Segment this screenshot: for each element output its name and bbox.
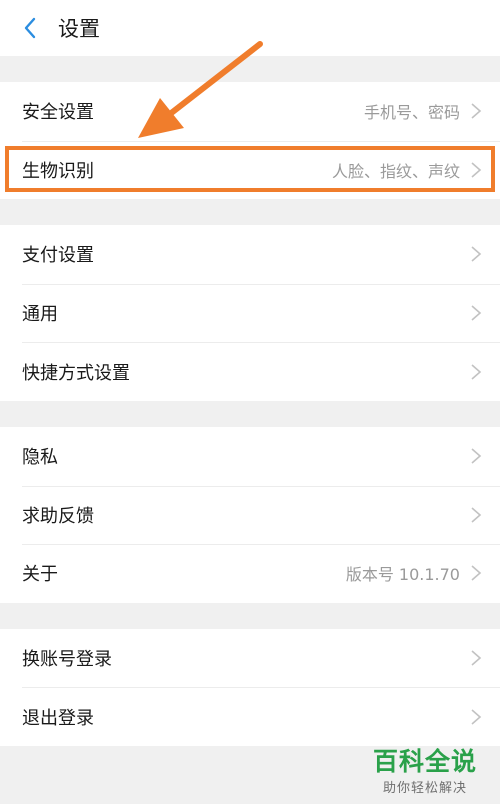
row-shortcut-settings[interactable]: 快捷方式设置: [0, 342, 500, 401]
row-label: 关于: [22, 564, 58, 586]
chevron-right-icon: [470, 564, 482, 582]
row-help-feedback[interactable]: 求助反馈: [0, 485, 500, 545]
row-label: 支付设置: [22, 245, 94, 267]
page-title: 设置: [58, 17, 100, 41]
chevron-right-icon: [470, 649, 482, 667]
chevron-right-icon: [470, 245, 482, 263]
row-value: 版本号 10.1.70: [345, 565, 460, 585]
row-value: 手机号、密码: [363, 103, 460, 123]
watermark-logo: 百科全说 助你轻松解决: [364, 747, 486, 796]
row-label: 求助反馈: [22, 505, 94, 527]
settings-group-login: 换账号登录 退出登录: [0, 628, 500, 746]
settings-group-general: 支付设置 通用 快捷方式设置: [0, 225, 500, 401]
row-security-settings[interactable]: 安全设置 手机号、密码: [0, 82, 500, 141]
chevron-right-icon: [470, 708, 482, 726]
chevron-right-icon: [470, 363, 482, 381]
row-biometrics[interactable]: 生物识别 人脸、指纹、声纹: [0, 140, 500, 200]
row-label: 隐私: [22, 447, 58, 469]
row-logout[interactable]: 退出登录: [0, 687, 500, 746]
row-label: 换账号登录: [22, 649, 112, 671]
row-about[interactable]: 关于 版本号 10.1.70: [0, 544, 500, 603]
watermark-title: 百科全说: [372, 747, 477, 776]
chevron-right-icon: [470, 304, 482, 322]
row-payment-settings[interactable]: 支付设置: [0, 225, 500, 284]
chevron-left-icon: [24, 17, 36, 39]
chevron-right-icon: [470, 102, 482, 120]
settings-group-account: 安全设置 手机号、密码 生物识别 人脸、指纹、声纹: [0, 82, 500, 200]
chevron-right-icon: [470, 447, 482, 465]
row-label: 快捷方式设置: [22, 362, 130, 384]
row-label: 生物识别: [22, 160, 94, 182]
row-switch-account[interactable]: 换账号登录: [0, 629, 500, 688]
row-general[interactable]: 通用: [0, 283, 500, 343]
watermark-subtitle: 助你轻松解决: [382, 781, 467, 796]
chevron-right-icon: [470, 161, 482, 179]
header-bar: 设置: [0, 0, 500, 56]
row-privacy[interactable]: 隐私: [0, 427, 500, 486]
chevron-right-icon: [470, 506, 482, 524]
settings-group-about: 隐私 求助反馈 关于 版本号 10.1.70: [0, 426, 500, 603]
back-button[interactable]: [16, 8, 44, 48]
row-label: 安全设置: [22, 102, 94, 124]
row-value: 人脸、指纹、声纹: [331, 161, 460, 181]
row-label: 退出登录: [22, 707, 94, 729]
row-label: 通用: [22, 304, 58, 326]
